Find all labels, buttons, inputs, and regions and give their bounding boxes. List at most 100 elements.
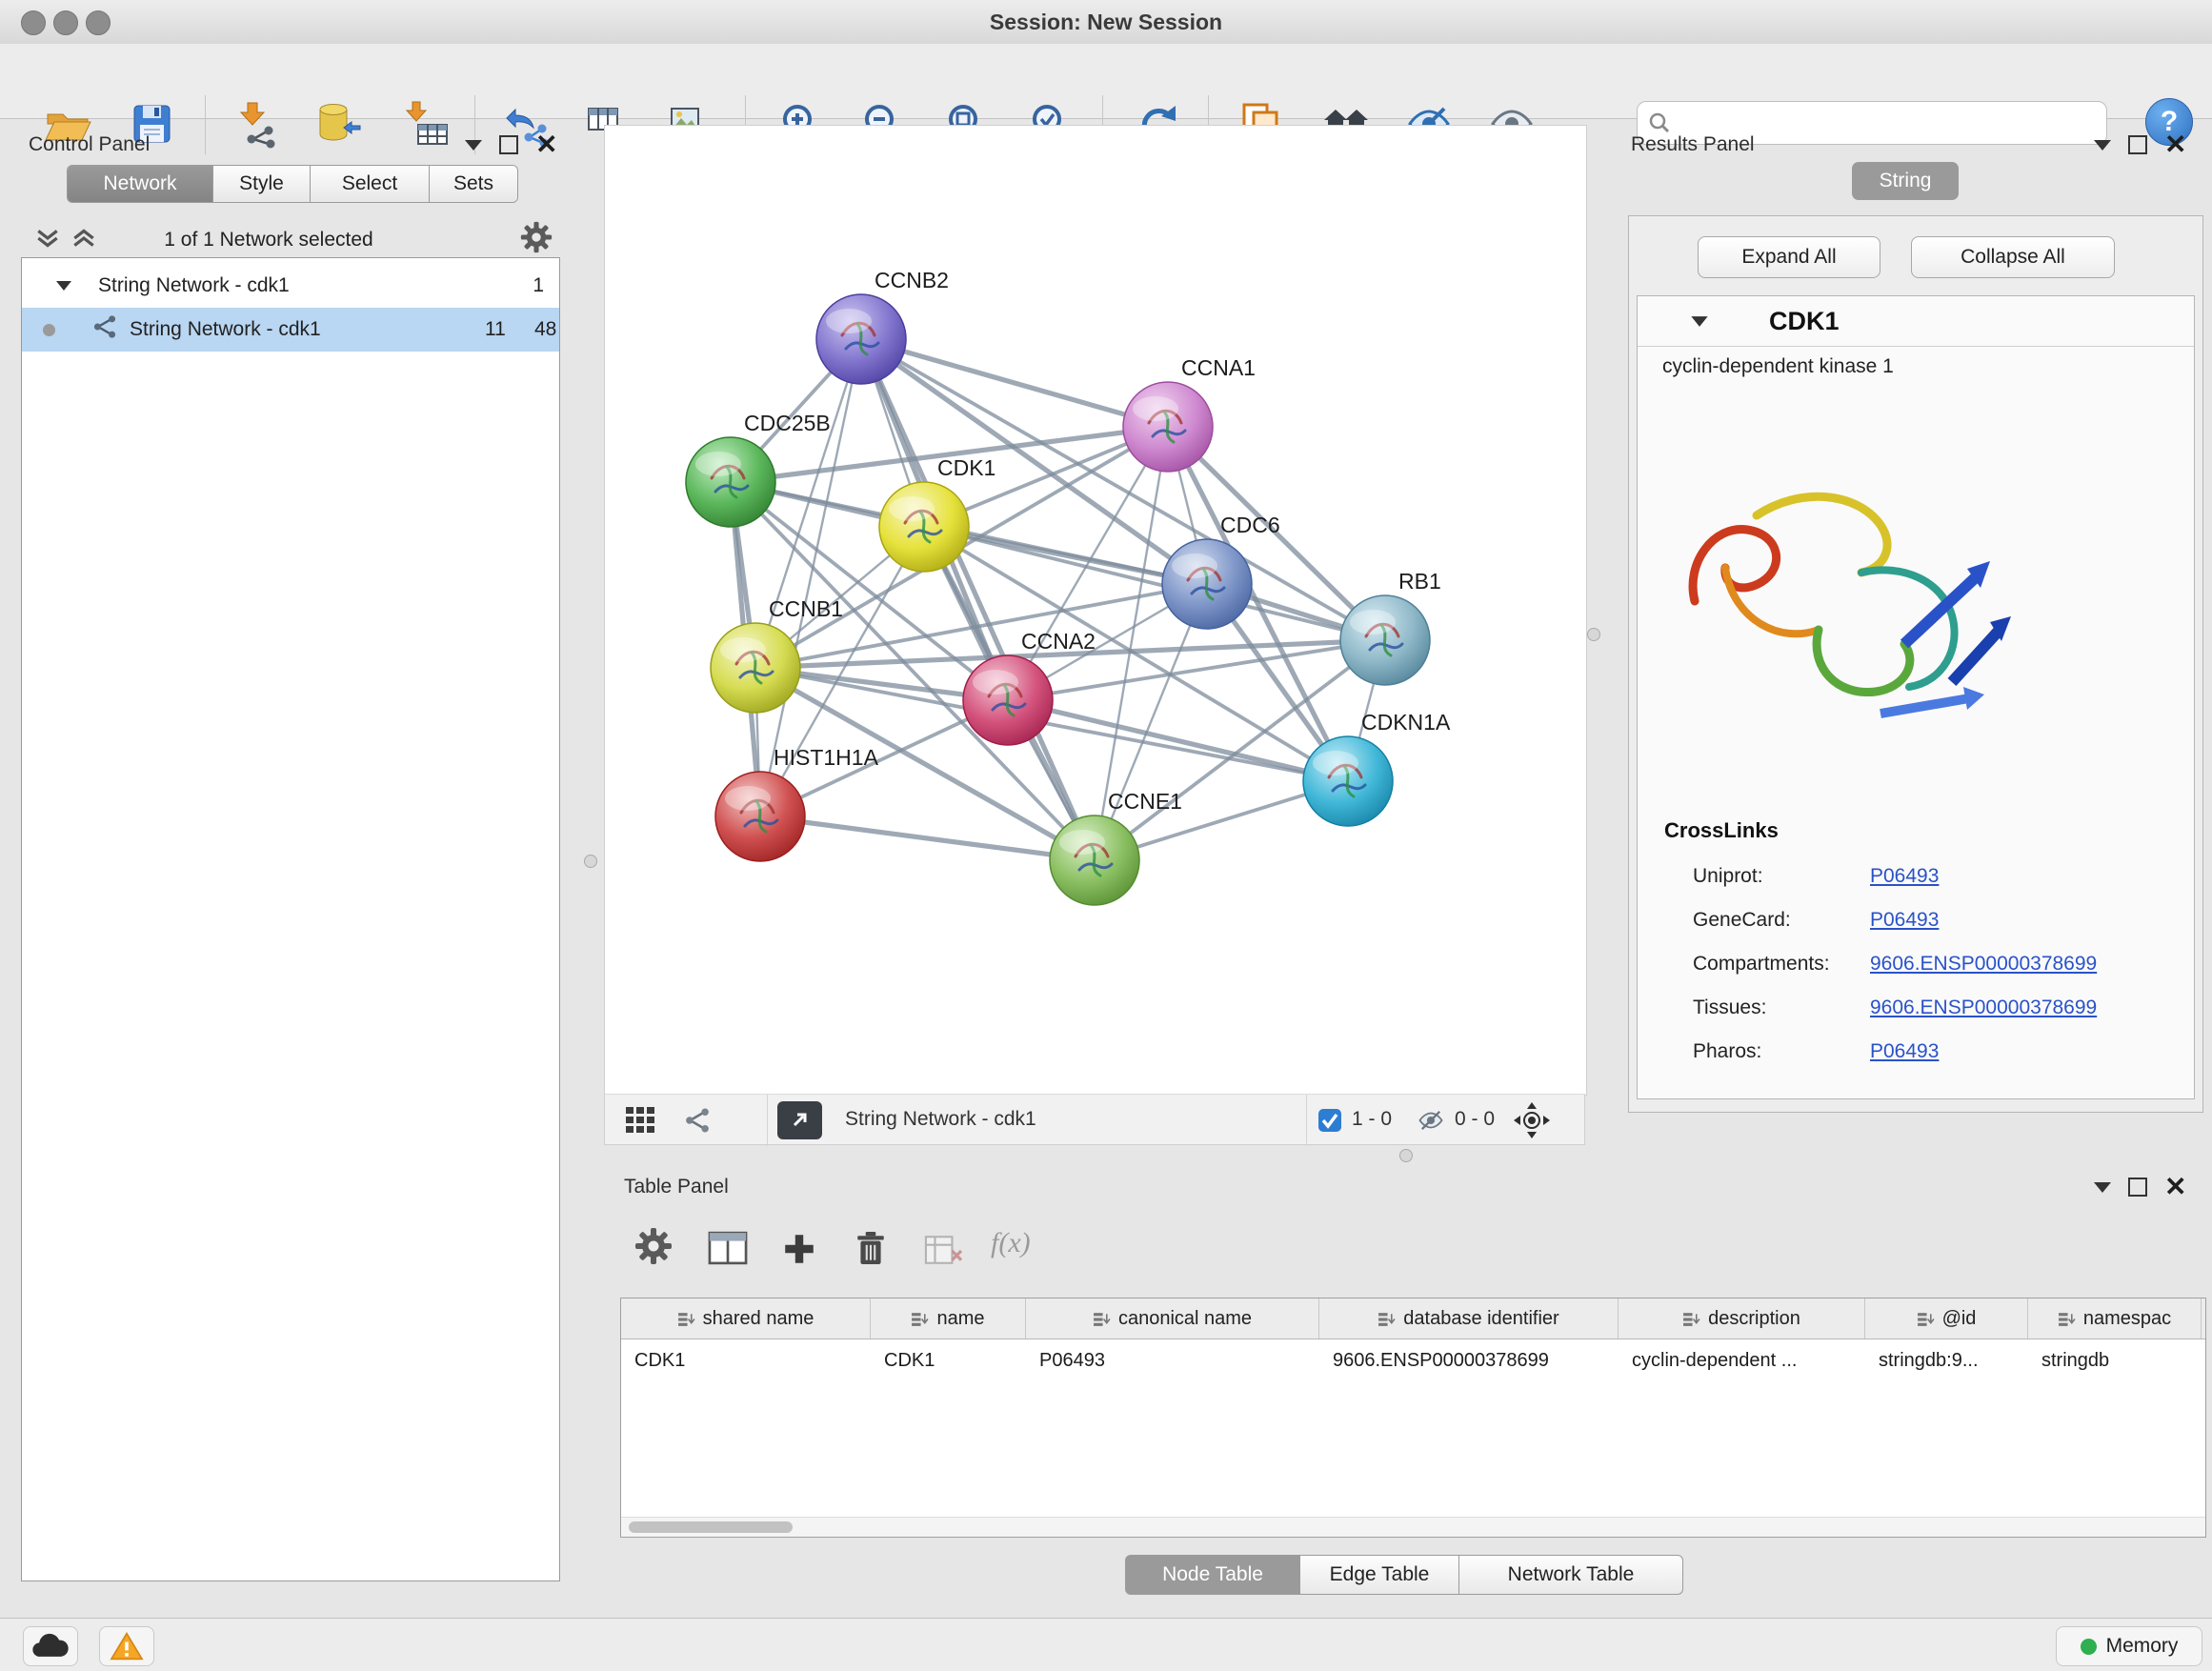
import-table-icon bbox=[401, 99, 451, 149]
table-horizontal-scrollbar[interactable] bbox=[621, 1517, 2205, 1537]
table-cell[interactable]: P06493 bbox=[1026, 1339, 1319, 1381]
cloud-status-button[interactable] bbox=[23, 1626, 78, 1666]
function-builder-icon[interactable]: f(x) bbox=[991, 1227, 1031, 1259]
gene-details-card: CDK1 cyclin-dependent kinase 1 CrossLink… bbox=[1637, 295, 2195, 1099]
collapse-all-button[interactable]: Collapse All bbox=[1911, 236, 2115, 278]
network-collection-row[interactable]: String Network - cdk1 1 bbox=[22, 264, 559, 308]
hidden-eye-slash-icon[interactable] bbox=[1417, 1106, 1445, 1139]
share-network-icon[interactable] bbox=[683, 1106, 712, 1139]
network-node-CDK1[interactable]: CDK1 bbox=[879, 455, 995, 572]
bottom-splitter-handle[interactable] bbox=[1399, 1149, 1413, 1162]
table-row[interactable]: CDK1CDK1P064939606.ENSP00000378699cyclin… bbox=[621, 1339, 2205, 1381]
crosslink-value-link[interactable]: P06493 bbox=[1870, 909, 1939, 932]
crosslink-value-link[interactable]: 9606.ENSP00000378699 bbox=[1870, 997, 2097, 1019]
column-header-shared-name[interactable]: shared name bbox=[621, 1299, 871, 1339]
control-panel-tabs: Network Style Select Sets bbox=[67, 165, 518, 203]
memory-status-dot bbox=[2081, 1639, 2097, 1655]
left-splitter-handle[interactable] bbox=[584, 855, 597, 868]
table-panel-window-controls: ✕ bbox=[2094, 1178, 2186, 1197]
tab-network[interactable]: Network bbox=[68, 166, 213, 202]
search-input[interactable] bbox=[1679, 111, 2097, 135]
maximize-panel-icon[interactable] bbox=[2128, 135, 2147, 154]
column-header-label: namespac bbox=[2083, 1308, 2171, 1330]
tab-network-table[interactable]: Network Table bbox=[1459, 1555, 1683, 1595]
protein-structure-image bbox=[1666, 458, 2038, 754]
network-row-selected[interactable]: String Network - cdk1 11 48 bbox=[22, 308, 559, 352]
import-network-database-button[interactable] bbox=[312, 99, 364, 151]
maximize-panel-icon[interactable] bbox=[2128, 1178, 2147, 1197]
right-splitter-handle[interactable] bbox=[1587, 628, 1600, 641]
network-node-count: 11 bbox=[485, 318, 506, 341]
crosslink-label: Tissues: bbox=[1693, 997, 1870, 1019]
network-options-gear-icon[interactable] bbox=[520, 221, 553, 258]
close-panel-icon[interactable]: ✕ bbox=[535, 137, 557, 152]
collapse-panel-icon[interactable] bbox=[2094, 1182, 2111, 1193]
table-cell[interactable]: CDK1 bbox=[621, 1339, 871, 1381]
show-columns-icon[interactable] bbox=[707, 1231, 749, 1270]
network-node-CCNA1[interactable]: CCNA1 bbox=[1123, 355, 1256, 472]
bottombar-separator bbox=[767, 1095, 768, 1146]
column-header-label: shared name bbox=[703, 1308, 814, 1330]
crosslink-label: Compartments: bbox=[1693, 953, 1870, 976]
network-node-CDC25B[interactable]: CDC25B bbox=[686, 411, 831, 527]
table-panel-title: Table Panel bbox=[624, 1176, 729, 1198]
tab-node-table[interactable]: Node Table bbox=[1125, 1555, 1300, 1595]
maximize-panel-icon[interactable] bbox=[499, 135, 518, 154]
warnings-button[interactable] bbox=[99, 1626, 154, 1666]
network-node-CDKN1A[interactable]: CDKN1A bbox=[1303, 710, 1451, 826]
column-header-description[interactable]: description bbox=[1619, 1299, 1865, 1339]
close-panel-icon[interactable]: ✕ bbox=[2164, 137, 2186, 152]
network-node-HIST1H1A[interactable]: HIST1H1A bbox=[715, 745, 879, 861]
close-panel-icon[interactable]: ✕ bbox=[2164, 1179, 2186, 1195]
tab-edge-table[interactable]: Edge Table bbox=[1300, 1555, 1459, 1595]
tab-sets[interactable]: Sets bbox=[430, 166, 517, 202]
results-tab-string[interactable]: String bbox=[1852, 162, 1959, 200]
network-node-RB1[interactable]: RB1 bbox=[1340, 569, 1441, 685]
table-cell[interactable]: cyclin-dependent ... bbox=[1619, 1339, 1865, 1381]
selected-checkbox-icon[interactable] bbox=[1317, 1108, 1342, 1137]
expand-all-button[interactable]: Expand All bbox=[1698, 236, 1880, 278]
tab-style[interactable]: Style bbox=[213, 166, 311, 202]
disclosure-triangle-icon[interactable] bbox=[56, 274, 71, 297]
crosslink-value-link[interactable]: 9606.ENSP00000378699 bbox=[1870, 953, 2097, 976]
table-cell[interactable]: stringdb bbox=[2028, 1339, 2202, 1381]
delete-table-icon[interactable] bbox=[923, 1233, 965, 1272]
table-cell[interactable]: CDK1 bbox=[871, 1339, 1026, 1381]
add-column-plus-icon[interactable] bbox=[781, 1231, 817, 1272]
network-edge[interactable] bbox=[760, 816, 1095, 860]
collapse-panel-icon[interactable] bbox=[465, 140, 482, 151]
hidden-node-edge-count: 0 - 0 bbox=[1455, 1108, 1495, 1131]
detach-view-button[interactable] bbox=[777, 1101, 822, 1139]
import-network-file-button[interactable] bbox=[233, 99, 285, 151]
crosslink-value-link[interactable]: P06493 bbox=[1870, 1040, 1939, 1063]
column-header-database-identifier[interactable]: database identifier bbox=[1319, 1299, 1619, 1339]
network-view-canvas[interactable]: CCNB2CCNA1CDC25BCDK1CDC6RB1CCNB1CCNA2CDK… bbox=[604, 125, 1587, 1096]
table-cell[interactable]: stringdb:9... bbox=[1865, 1339, 2028, 1381]
collapse-panel-icon[interactable] bbox=[2094, 140, 2111, 151]
network-edge[interactable] bbox=[861, 339, 1168, 427]
crosshair-icon[interactable] bbox=[1512, 1100, 1552, 1145]
gene-disclosure-triangle-icon[interactable] bbox=[1691, 315, 1708, 332]
network-graph[interactable]: CCNB2CCNA1CDC25BCDK1CDC6RB1CCNB1CCNA2CDK… bbox=[605, 126, 1586, 1095]
birdseye-grid-icon[interactable] bbox=[624, 1105, 656, 1138]
network-list: String Network - cdk1 1 String Network -… bbox=[21, 257, 560, 1581]
scrollbar-thumb[interactable] bbox=[629, 1521, 793, 1533]
table-options-gear-icon[interactable] bbox=[634, 1227, 673, 1270]
gene-card-header[interactable]: CDK1 bbox=[1638, 296, 2194, 347]
string-network-icon bbox=[91, 313, 118, 346]
column-header-name[interactable]: name bbox=[871, 1299, 1026, 1339]
tab-select[interactable]: Select bbox=[311, 166, 430, 202]
crosslink-value-link[interactable]: P06493 bbox=[1870, 865, 1939, 888]
memory-button[interactable]: Memory bbox=[2056, 1626, 2202, 1666]
column-header-canonical-name[interactable]: canonical name bbox=[1026, 1299, 1319, 1339]
delete-column-trash-icon[interactable] bbox=[854, 1229, 888, 1272]
network-collection-count: 1 bbox=[533, 274, 544, 297]
network-node-CCNB2[interactable]: CCNB2 bbox=[816, 268, 949, 384]
crosslink-row: Pharos:P06493 bbox=[1638, 1032, 2194, 1072]
table-cell[interactable]: 9606.ENSP00000378699 bbox=[1319, 1339, 1619, 1381]
control-panel-title: Control Panel bbox=[29, 133, 150, 156]
network-edge[interactable] bbox=[861, 339, 1095, 860]
column-header-namespac[interactable]: namespac bbox=[2028, 1299, 2202, 1339]
column-header--id[interactable]: @id bbox=[1865, 1299, 2028, 1339]
import-table-button[interactable] bbox=[400, 99, 452, 151]
